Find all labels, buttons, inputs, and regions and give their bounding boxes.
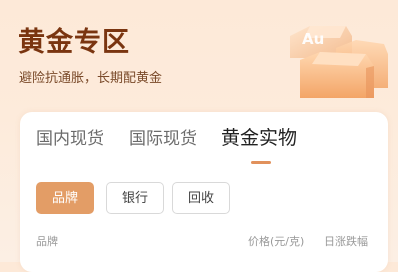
tab-international-spot[interactable]: 国际现货: [129, 128, 197, 150]
tab-domestic-spot[interactable]: 国内现货: [36, 128, 104, 150]
gold-bars-icon: [290, 26, 388, 98]
tab-physical-gold[interactable]: 黄金实物: [221, 127, 297, 149]
column-header-brand: 品牌: [36, 235, 58, 248]
gold-card: 国内现货 国际现货 黄金实物 品牌 银行 回收 品牌 价格(元/克) 日涨跌幅: [20, 112, 388, 272]
column-header-price[interactable]: 价格(元/克): [248, 235, 304, 249]
page-title: 黄金专区: [18, 27, 130, 58]
filter-recycle-button[interactable]: 回收: [172, 182, 230, 214]
column-header-change[interactable]: 日涨跌幅: [324, 235, 368, 249]
filter-brand-button[interactable]: 品牌: [36, 182, 94, 214]
tab-bar: 国内现货 国际现货 黄金实物: [20, 112, 388, 170]
header-banner: 黄金专区 避险抗通胀，长期配黄金 Au: [0, 0, 398, 130]
active-tab-indicator: [251, 161, 271, 164]
filter-bank-button[interactable]: 银行: [106, 182, 164, 214]
page-subtitle: 避险抗通胀，长期配黄金: [19, 71, 163, 86]
gold-bar-label: Au: [302, 30, 325, 48]
